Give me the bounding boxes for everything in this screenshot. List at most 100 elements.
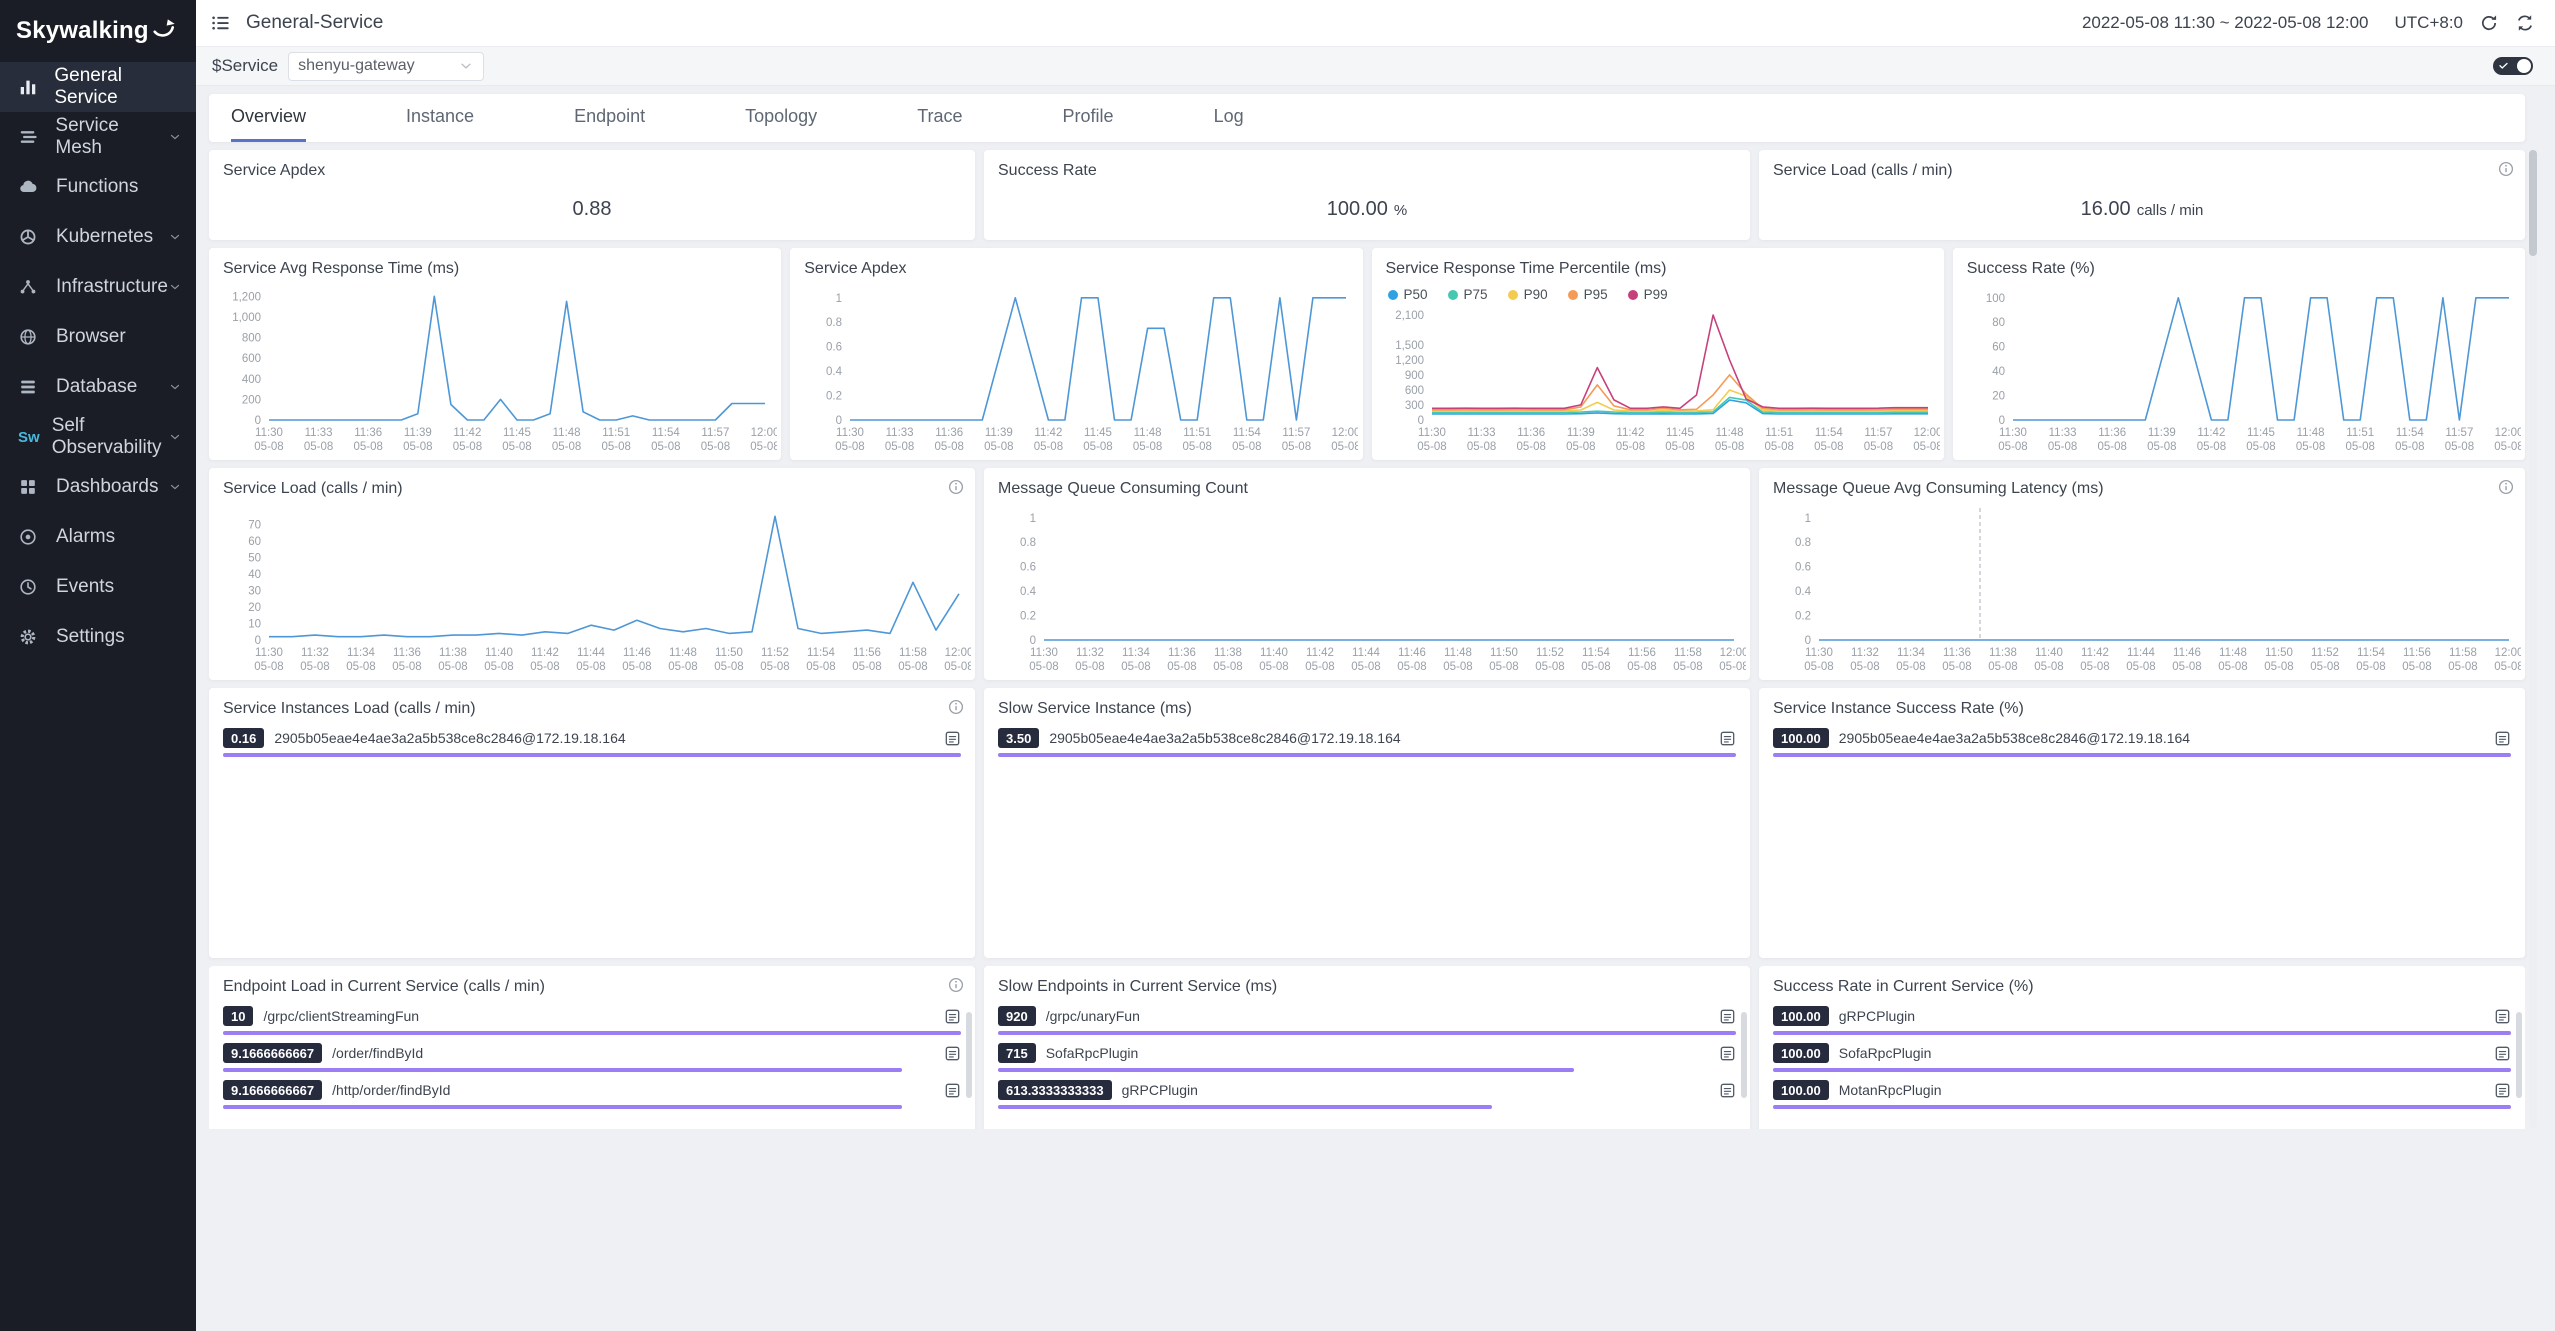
list-item[interactable]: 100.00 gRPCPlugin	[1759, 998, 2525, 1035]
chart-canvas[interactable]: 03006009001,2001,5002,10011:3005-0811:33…	[1374, 306, 1940, 458]
sidebar-item-alarms[interactable]: Alarms	[0, 512, 196, 562]
svg-text:11:51: 11:51	[1183, 427, 1211, 439]
svg-text:05-08: 05-08	[1998, 441, 2027, 453]
copy-icon[interactable]	[944, 1045, 961, 1062]
sidebar-item-label: Kubernetes	[56, 226, 153, 248]
legend-item-p50[interactable]: P50	[1388, 287, 1428, 302]
list-item[interactable]: 100.00SofaRpcPlugin	[1759, 1035, 2525, 1072]
list-item[interactable]: 3.502905b05eae4e4ae3a2a5b538ce8c2846@172…	[984, 720, 1750, 757]
mesh-icon	[18, 127, 43, 147]
tab-overview[interactable]: Overview	[231, 94, 306, 142]
copy-icon[interactable]	[2494, 730, 2511, 747]
content-scrollbar-thumb[interactable]	[2529, 150, 2537, 256]
sidebar-item-settings[interactable]: Settings	[0, 612, 196, 662]
svg-text:05-08: 05-08	[852, 661, 881, 673]
svg-text:0: 0	[255, 415, 261, 427]
sidebar-item-dashboards[interactable]: Dashboards	[0, 462, 196, 512]
copy-icon[interactable]	[1719, 1082, 1736, 1099]
sidebar-item-functions[interactable]: Functions	[0, 162, 196, 212]
list-item[interactable]: 920/grpc/unaryFun	[984, 998, 1750, 1035]
info-icon[interactable]	[2497, 160, 2515, 178]
card-scrollbar[interactable]	[1741, 1012, 1747, 1098]
copy-icon[interactable]	[2494, 1082, 2511, 1099]
svg-text:05-08: 05-08	[1535, 661, 1564, 673]
copy-icon[interactable]	[2494, 1008, 2511, 1025]
sidebar-item-events[interactable]: Events	[0, 562, 196, 612]
svg-text:05-08: 05-08	[2246, 441, 2275, 453]
chart-canvas[interactable]: 02040608010011:3005-0811:3305-0811:3605-…	[1955, 282, 2521, 458]
tab-topology[interactable]: Topology	[745, 94, 817, 142]
service-select[interactable]: shenyu-gateway	[288, 52, 484, 81]
collapse-menu-icon[interactable]	[210, 12, 232, 34]
sidebar-item-infrastructure[interactable]: Infrastructure	[0, 262, 196, 312]
tab-endpoint[interactable]: Endpoint	[574, 94, 645, 142]
toggle-switch[interactable]	[2493, 57, 2533, 75]
svg-text:05-08: 05-08	[1863, 441, 1892, 453]
item-name: gRPCPlugin	[1839, 1008, 2486, 1024]
chart-canvas[interactable]: 02004006008001,0001,20011:3005-0811:3305…	[211, 282, 777, 458]
chart-panel-message-queue-consuming-count: Message Queue Consuming Count 00.20.40.60…	[984, 468, 1750, 680]
copy-icon[interactable]	[1719, 730, 1736, 747]
sidebar-item-label: Infrastructure	[56, 276, 168, 298]
card-scrollbar[interactable]	[966, 1012, 972, 1098]
info-icon[interactable]	[2497, 478, 2515, 496]
chart-canvas[interactable]: 00.20.40.60.8111:3005-0811:3205-0811:340…	[986, 502, 1746, 678]
sidebar-item-service-mesh[interactable]: Service Mesh	[0, 112, 196, 162]
svg-text:11:51: 11:51	[602, 427, 630, 439]
sidebar-item-browser[interactable]: Browser	[0, 312, 196, 362]
dashboard-content: Overview Instance Endpoint Topology Trace Pro…	[196, 86, 2555, 1331]
list-item[interactable]: 715SofaRpcPlugin	[984, 1035, 1750, 1072]
list-item[interactable]: 100.00MotanRpcPlugin	[1759, 1072, 2525, 1109]
chevron-down-icon	[168, 380, 182, 394]
copy-icon[interactable]	[944, 1082, 961, 1099]
copy-icon[interactable]	[1719, 1008, 1736, 1025]
metrics-row: Service Apdex0.88Success Rate100.00%Serv…	[209, 150, 2525, 240]
list-item[interactable]: 100.002905b05eae4e4ae3a2a5b538ce8c2846@1…	[1759, 720, 2525, 757]
svg-text:40: 40	[248, 569, 261, 581]
self-obs-icon: Sw	[18, 429, 40, 446]
svg-text:05-08: 05-08	[1167, 661, 1196, 673]
sidebar-item-kubernetes[interactable]: Kubernetes	[0, 212, 196, 262]
tab-instance[interactable]: Instance	[406, 94, 474, 142]
copy-icon[interactable]	[1719, 1045, 1736, 1062]
card-scrollbar[interactable]	[2516, 1012, 2522, 1098]
chart-canvas[interactable]: 00.20.40.60.8111:3005-0811:3205-0811:340…	[1761, 502, 2521, 678]
toggle-knob	[2517, 59, 2531, 73]
list-item[interactable]: 613.3333333333gRPCPlugin	[984, 1072, 1750, 1109]
time-range[interactable]: 2022-05-08 11:30 ~ 2022-05-08 12:00	[2082, 13, 2369, 33]
legend-item-p75[interactable]: P75	[1448, 287, 1488, 302]
tab-trace[interactable]: Trace	[917, 94, 962, 142]
info-icon[interactable]	[947, 698, 965, 716]
list-item[interactable]: 9.1666666667/http/order/findById	[209, 1072, 975, 1109]
copy-icon[interactable]	[2494, 1045, 2511, 1062]
sidebar-item-database[interactable]: Database	[0, 362, 196, 412]
chart-canvas[interactable]: 00.20.40.60.8111:3005-0811:3305-0811:360…	[792, 282, 1358, 458]
info-icon[interactable]	[947, 478, 965, 496]
timezone-label[interactable]: UTC+8:0	[2395, 13, 2464, 33]
legend-item-p99[interactable]: P99	[1628, 287, 1668, 302]
value-badge: 100.00	[1773, 1006, 1829, 1026]
svg-text:11:42: 11:42	[2197, 427, 2225, 439]
legend-item-p95[interactable]: P95	[1568, 287, 1608, 302]
tab-profile[interactable]: Profile	[1063, 94, 1114, 142]
legend-item-p90[interactable]: P90	[1508, 287, 1548, 302]
svg-text:11:42: 11:42	[1035, 427, 1063, 439]
sidebar-item-general-service[interactable]: General Service	[0, 62, 196, 112]
list-item[interactable]: 10/grpc/clientStreamingFun	[209, 998, 975, 1035]
item-name: 2905b05eae4e4ae3a2a5b538ce8c2846@172.19.…	[274, 730, 936, 746]
item-name: 2905b05eae4e4ae3a2a5b538ce8c2846@172.19.…	[1839, 730, 2486, 746]
copy-icon[interactable]	[944, 730, 961, 747]
copy-icon[interactable]	[944, 1008, 961, 1025]
auto-refresh-icon[interactable]	[2515, 13, 2535, 33]
list-item[interactable]: 9.1666666667/order/findById	[209, 1035, 975, 1072]
sidebar-item-self-observability[interactable]: SwSelf Observability	[0, 412, 196, 462]
panel-title: Message Queue Consuming Count	[984, 468, 1750, 498]
info-icon[interactable]	[947, 976, 965, 994]
tab-log[interactable]: Log	[1214, 94, 1244, 142]
chart-canvas[interactable]: 01020304050607011:3005-0811:3205-0811:34…	[211, 502, 971, 678]
content-scrollbar[interactable]	[2529, 150, 2537, 1128]
refresh-icon[interactable]	[2479, 13, 2499, 33]
svg-text:05-08: 05-08	[898, 661, 927, 673]
panel-title: Service Apdex	[790, 248, 1362, 278]
list-item[interactable]: 0.162905b05eae4e4ae3a2a5b538ce8c2846@172…	[209, 720, 975, 757]
